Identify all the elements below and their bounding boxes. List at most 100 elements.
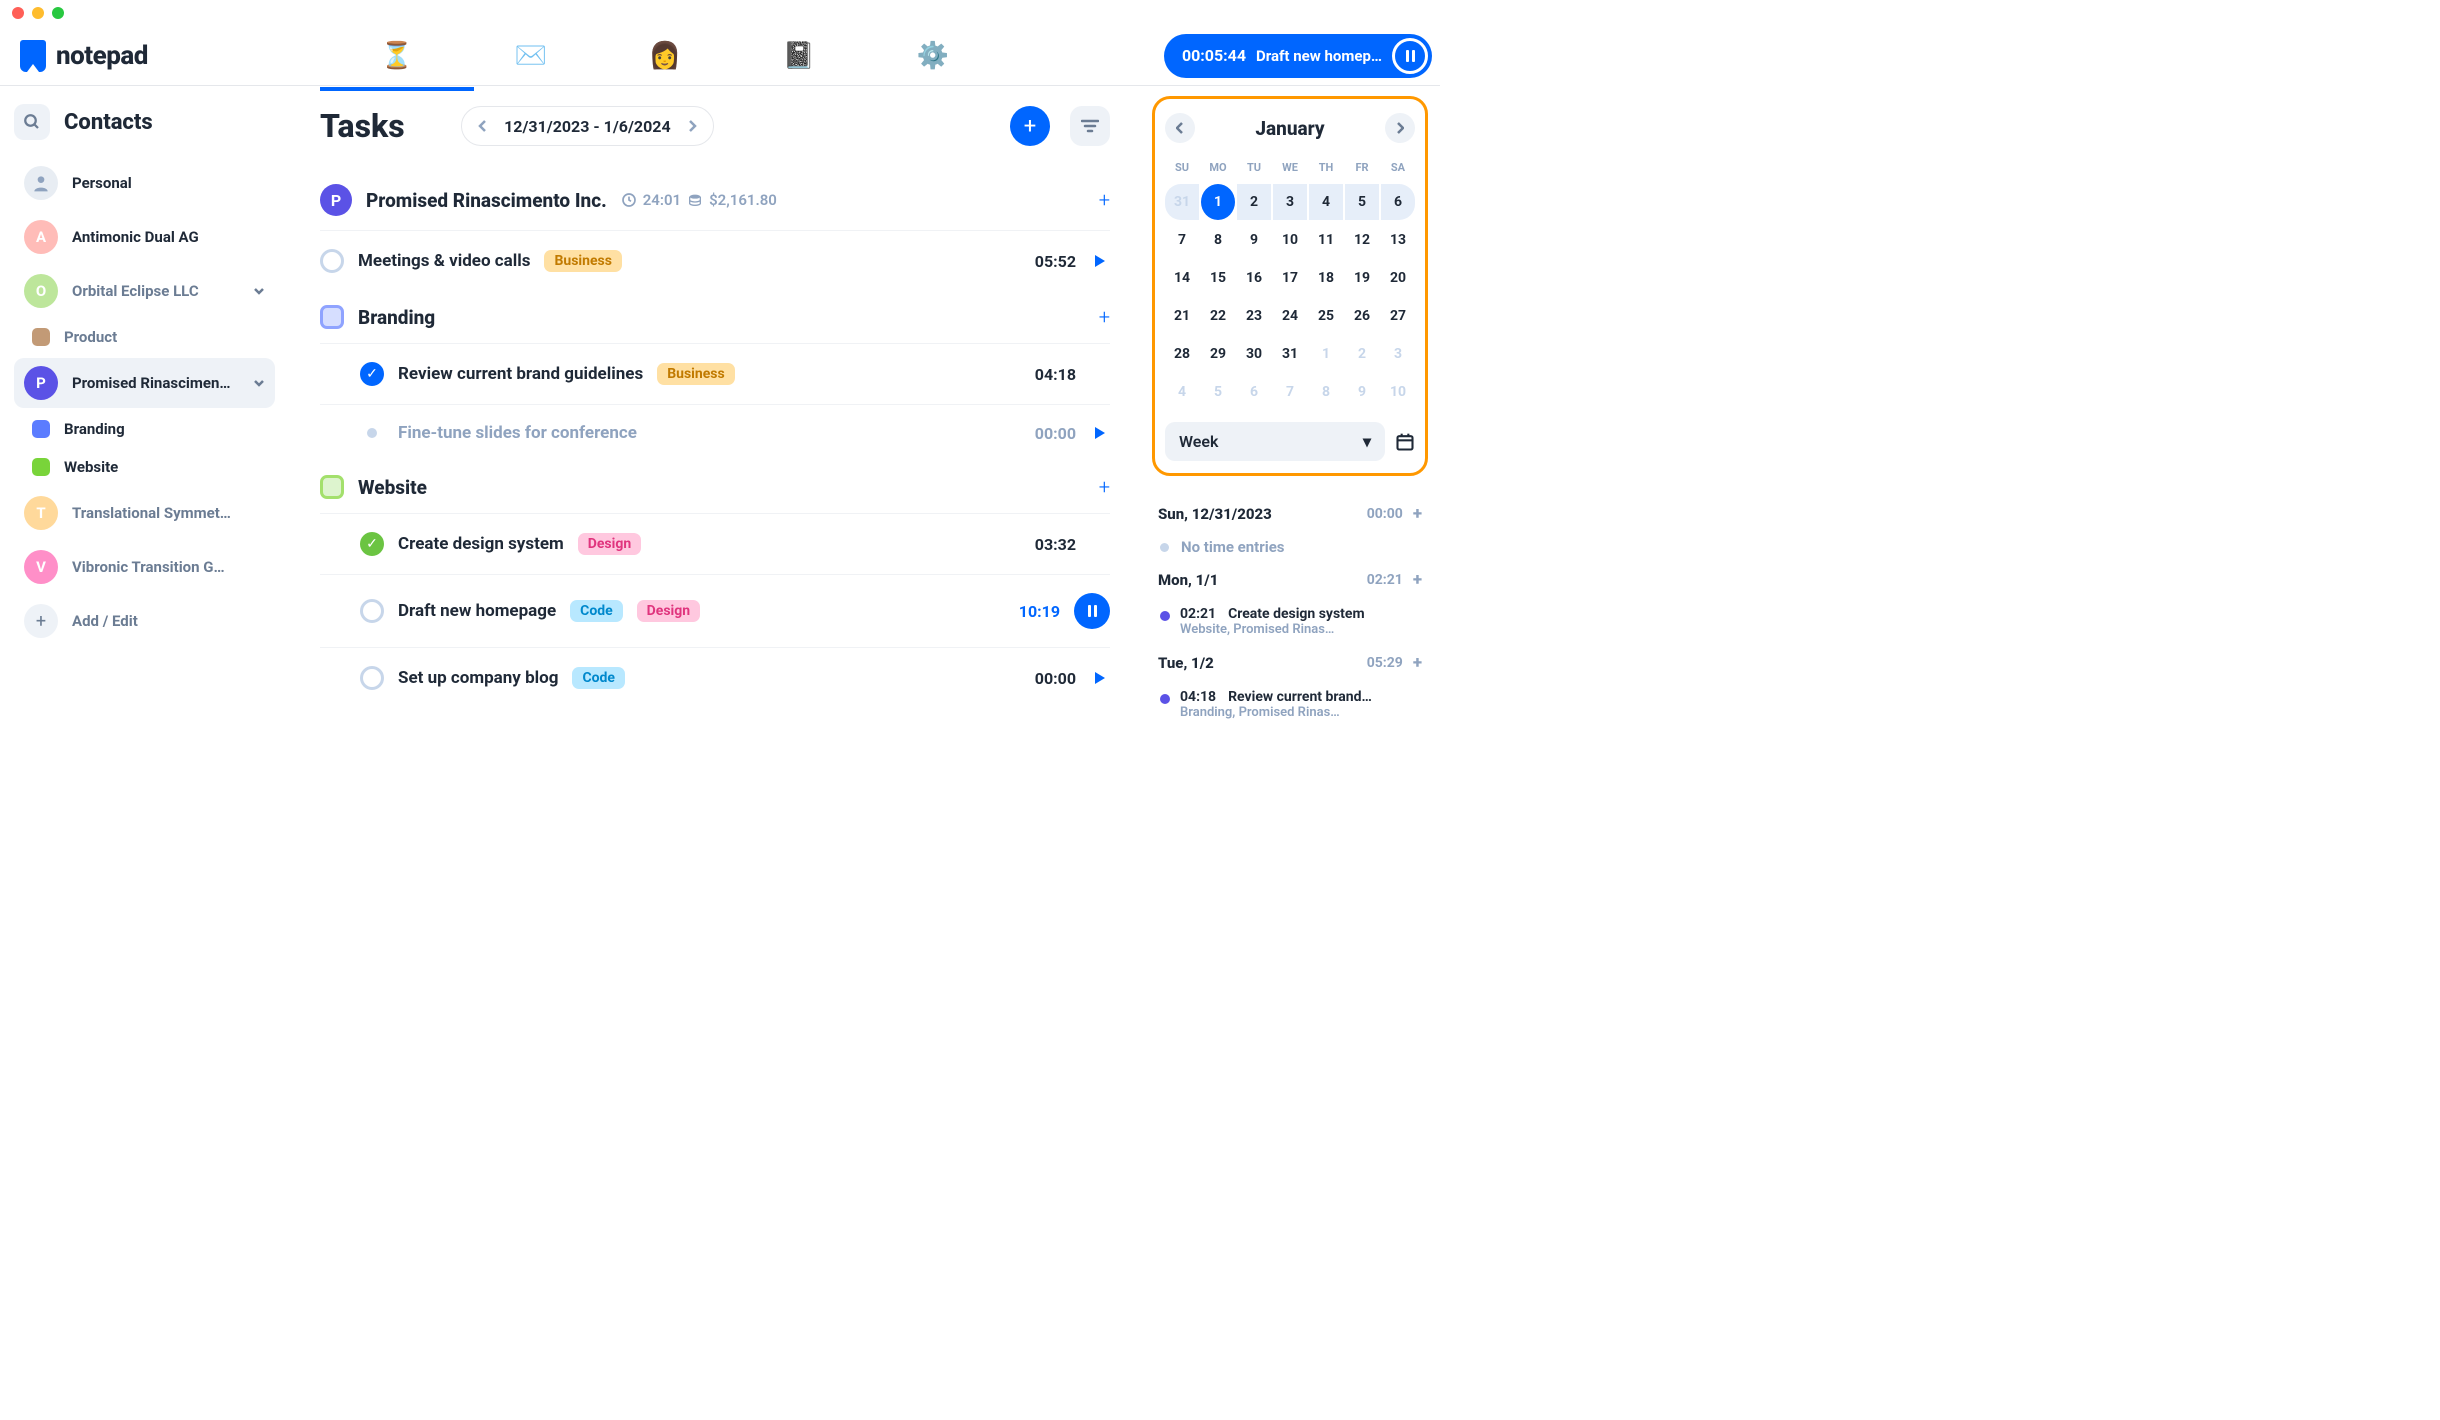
calendar-day[interactable]: 5 <box>1345 184 1379 220</box>
calendar-day[interactable]: 1 <box>1309 336 1343 372</box>
nav-tab-mail[interactable]: ✉️ <box>514 39 548 73</box>
nav-tab-notes[interactable]: 📓 <box>782 39 816 73</box>
sidebar-item-7[interactable]: TTranslational Symmet… <box>14 488 275 538</box>
calendar-day[interactable]: 6 <box>1237 374 1271 410</box>
window-minimize[interactable] <box>32 7 44 19</box>
window-maximize[interactable] <box>52 7 64 19</box>
calendar-day[interactable]: 15 <box>1201 260 1235 296</box>
calendar-day[interactable]: 14 <box>1165 260 1199 296</box>
calendar-day[interactable]: 6 <box>1381 184 1415 220</box>
sidebar-item-0[interactable]: Personal <box>14 158 275 208</box>
sidebar-add-edit[interactable]: + Add / Edit <box>14 596 275 646</box>
task-play-button[interactable] <box>1090 427 1110 439</box>
sidebar-item-5[interactable]: Branding <box>14 412 275 446</box>
calendar-day[interactable]: 7 <box>1273 374 1307 410</box>
calendar-day[interactable]: 9 <box>1345 374 1379 410</box>
calendar-day[interactable]: 8 <box>1309 374 1343 410</box>
sidebar-item-6[interactable]: Website <box>14 450 275 484</box>
task-pause-button[interactable] <box>1074 593 1110 629</box>
task-checkbox[interactable] <box>320 249 344 273</box>
time-entry[interactable]: 02:21Create design systemWebsite, Promis… <box>1152 600 1428 643</box>
nav-tab-settings[interactable]: ⚙️ <box>916 39 950 73</box>
calendar-day[interactable]: 19 <box>1345 260 1379 296</box>
entry-add-button[interactable]: + <box>1413 504 1422 524</box>
calendar-day[interactable]: 3 <box>1273 184 1307 220</box>
cal-prev-month[interactable] <box>1165 113 1195 143</box>
timer-widget[interactable]: 00:05:44 Draft new homep… <box>1164 34 1432 78</box>
calendar-day[interactable]: 29 <box>1201 336 1235 372</box>
calendar-day[interactable]: 30 <box>1237 336 1271 372</box>
task-checkbox[interactable] <box>360 666 384 690</box>
calendar-day[interactable]: 2 <box>1345 336 1379 372</box>
task-play-button[interactable] <box>1090 255 1110 267</box>
calendar-day[interactable]: 5 <box>1201 374 1235 410</box>
calendar-day[interactable]: 31 <box>1273 336 1307 372</box>
group-stats: 24:01$2,161.80 <box>621 191 777 209</box>
calendar-view-select[interactable]: Week ▾ <box>1165 422 1385 461</box>
date-next[interactable] <box>683 115 701 137</box>
calendar-day[interactable]: 23 <box>1237 298 1271 334</box>
calendar-day[interactable]: 2 <box>1237 184 1271 220</box>
search-button[interactable] <box>14 104 50 140</box>
calendar-day[interactable]: 24 <box>1273 298 1307 334</box>
project-color-icon <box>320 305 344 329</box>
task-checkbox[interactable]: ✓ <box>360 362 384 386</box>
calendar-day[interactable]: 13 <box>1381 222 1415 258</box>
calendar-day[interactable]: 16 <box>1237 260 1271 296</box>
calendar-day[interactable]: 8 <box>1201 222 1235 258</box>
date-range-picker[interactable]: 12/31/2023 - 1/6/2024 <box>461 106 714 146</box>
calendar-day[interactable]: 26 <box>1345 298 1379 334</box>
task-play-button[interactable] <box>1090 672 1110 684</box>
task-checkbox[interactable] <box>360 599 384 623</box>
calendar-day[interactable]: 9 <box>1237 222 1271 258</box>
group-add-button[interactable]: + <box>1099 188 1110 212</box>
calendar-day[interactable]: 18 <box>1309 260 1343 296</box>
calendar-day[interactable]: 4 <box>1165 374 1199 410</box>
calendar-day[interactable]: 10 <box>1381 374 1415 410</box>
sidebar-item-2[interactable]: OOrbital Eclipse LLC <box>14 266 275 316</box>
chevron-down-icon[interactable] <box>253 379 265 387</box>
avatar-icon: O <box>24 274 58 308</box>
task-row[interactable]: Set up company blogCode00:00 <box>320 647 1110 708</box>
calendar-icon[interactable] <box>1395 432 1415 452</box>
calendar-day[interactable]: 21 <box>1165 298 1199 334</box>
nav-tab-profile[interactable]: 👩 <box>648 39 682 73</box>
sidebar-item-4[interactable]: PPromised Rinascimen… <box>14 358 275 408</box>
calendar-day[interactable]: 12 <box>1345 222 1379 258</box>
calendar-day[interactable]: 31 <box>1165 184 1199 220</box>
nav-tab-time[interactable]: ⏳ <box>380 39 414 73</box>
calendar-day[interactable]: 17 <box>1273 260 1307 296</box>
task-row[interactable]: Fine-tune slides for conference00:00 <box>320 404 1110 461</box>
sidebar-item-8[interactable]: VVibronic Transition G… <box>14 542 275 592</box>
calendar-day[interactable]: 7 <box>1165 222 1199 258</box>
sidebar-item-3[interactable]: Product <box>14 320 275 354</box>
calendar-day[interactable]: 25 <box>1309 298 1343 334</box>
task-row[interactable]: ✓Create design systemDesign03:32 <box>320 513 1110 574</box>
window-close[interactable] <box>12 7 24 19</box>
chevron-down-icon[interactable] <box>253 287 265 295</box>
entry-add-button[interactable]: + <box>1413 570 1422 590</box>
calendar-day[interactable]: 27 <box>1381 298 1415 334</box>
task-row[interactable]: Draft new homepageCode Design10:19 <box>320 574 1110 647</box>
date-prev[interactable] <box>474 115 492 137</box>
group-add-button[interactable]: + <box>1099 305 1110 329</box>
calendar-day[interactable]: 28 <box>1165 336 1199 372</box>
filter-button[interactable] <box>1070 106 1110 146</box>
calendar-day[interactable]: 11 <box>1309 222 1343 258</box>
timer-pause-button[interactable] <box>1392 38 1428 74</box>
task-checkbox[interactable]: ✓ <box>360 532 384 556</box>
add-task-button[interactable]: + <box>1010 106 1050 146</box>
sidebar-item-1[interactable]: AAntimonic Dual AG <box>14 212 275 262</box>
task-row[interactable]: Meetings & video callsBusiness05:52 <box>320 230 1110 291</box>
calendar-day[interactable]: 10 <box>1273 222 1307 258</box>
calendar-day[interactable]: 3 <box>1381 336 1415 372</box>
calendar-day[interactable]: 4 <box>1309 184 1343 220</box>
group-add-button[interactable]: + <box>1099 475 1110 499</box>
calendar-day[interactable]: 22 <box>1201 298 1235 334</box>
cal-next-month[interactable] <box>1385 113 1415 143</box>
calendar-day[interactable]: 20 <box>1381 260 1415 296</box>
time-entry[interactable]: 04:18Review current brand…Branding, Prom… <box>1152 683 1428 726</box>
entry-add-button[interactable]: + <box>1413 653 1422 673</box>
task-row[interactable]: ✓Review current brand guidelinesBusiness… <box>320 343 1110 404</box>
calendar-day[interactable]: 1 <box>1201 184 1235 220</box>
